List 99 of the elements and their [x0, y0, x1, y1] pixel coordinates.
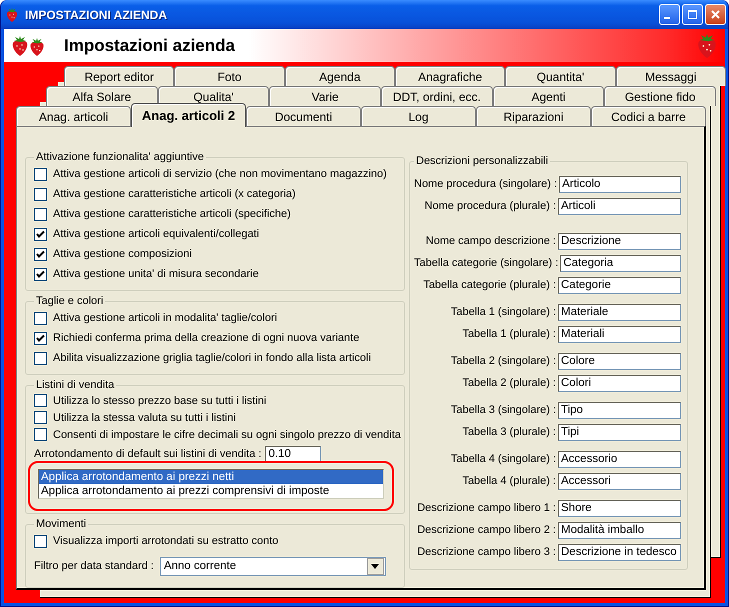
field-label: Nome procedura (plurale) : [424, 200, 556, 212]
tab[interactable]: Alfa Solare [46, 86, 158, 106]
dropdown[interactable]: Anno corrente [160, 556, 386, 576]
tab[interactable]: Quantita' [505, 66, 616, 86]
input-field[interactable]: Accessorio [558, 450, 681, 468]
tab[interactable]: Report editor [64, 66, 174, 86]
group-title: Taglie e colori [35, 295, 104, 307]
checkbox[interactable] [34, 248, 47, 260]
page-title: Impostazioni azienda [64, 36, 236, 56]
tab[interactable]: Agenti [492, 86, 604, 106]
checkbox[interactable] [34, 332, 47, 344]
checkbox[interactable] [34, 312, 47, 324]
group-title: Movimenti [35, 518, 88, 530]
checkbox[interactable] [34, 411, 47, 424]
input-field[interactable]: Tipi [558, 424, 681, 440]
group-title: Descrizioni personalizzabili [415, 155, 550, 167]
input-field[interactable]: Articolo [559, 176, 681, 192]
maximize-icon [686, 8, 699, 21]
field-label: Descrizione campo libero 3 : [417, 546, 556, 558]
field-label: Tabella 3 (singolare) : [450, 404, 556, 416]
checkbox[interactable] [34, 394, 47, 407]
input-field[interactable]: Categorie [558, 276, 681, 294]
list-item[interactable]: Applica arrotondamento ai prezzi netti [39, 470, 383, 484]
input-field[interactable]: Categoria [560, 254, 681, 272]
tab[interactable]: Anagrafiche [394, 66, 506, 86]
checkbox-label: Utilizza lo stesso prezzo base su tutti i listini [53, 394, 266, 406]
field-label: Nome campo descrizione : [426, 235, 556, 247]
checkbox-label: Consenti di impostare le cifre decimali su ogni singolo prezzo di vendita [53, 428, 401, 440]
tab[interactable]: Anag. articoli 2 [131, 103, 246, 127]
field-label: Tabella 4 (plurale) : [462, 475, 556, 487]
minimize-icon [664, 17, 670, 19]
input-field[interactable]: Materiale [558, 304, 681, 320]
field-label: Arrotondamento di default sui listini di vendita : [34, 448, 262, 460]
input-field[interactable]: Tipo [558, 402, 681, 418]
tab[interactable]: DDT, ordini, ecc. [381, 86, 493, 106]
input-field[interactable]: Descrizione in tedesco [558, 544, 681, 560]
field-label: Tabella 4 (singolare) : [450, 453, 556, 465]
checkbox[interactable] [34, 428, 47, 441]
window-title: IMPOSTAZIONI AZIENDA [25, 8, 168, 22]
input-field[interactable]: Descrizione [558, 232, 681, 250]
checkbox[interactable] [34, 168, 47, 180]
dropdown-value: Anno corrente [162, 560, 238, 572]
tab[interactable]: Messaggi [616, 66, 726, 86]
dropdown-arrow-button[interactable] [366, 558, 384, 574]
list-item[interactable]: Applica arrotondamento ai prezzi comprensivi di imposte [39, 484, 383, 498]
checkbox[interactable] [34, 268, 47, 280]
close-icon [709, 8, 722, 21]
field-label: Tabella 2 (singolare) : [450, 355, 556, 367]
tab[interactable]: Log [361, 106, 476, 126]
checkbox-label: Attiva gestione caratteristiche articoli (x categoria) [53, 188, 296, 200]
checkbox[interactable] [34, 228, 47, 240]
tab[interactable]: Varie [269, 86, 382, 106]
checkbox-label: Attiva gestione unita' di misura secondarie [53, 268, 259, 280]
checkbox-label: Attiva gestione articoli equivalenti/collegati [53, 228, 260, 240]
checkbox-label: Visualizza importi arrotondati su estratto conto [53, 535, 278, 547]
close-button[interactable] [705, 4, 726, 25]
maximize-button[interactable] [682, 4, 703, 25]
checkbox-label: Utilizza la stessa valuta su tutti i listini [53, 412, 236, 424]
group-title: Listini di vendita [35, 379, 116, 391]
tab[interactable]: Anag. articoli [16, 106, 131, 126]
tab[interactable]: Codici a barre [591, 106, 706, 126]
tab[interactable]: Gestione fido [604, 86, 716, 106]
input-field[interactable]: Colore [558, 352, 681, 370]
list-box[interactable]: Applica arrotondamento ai prezzi netti Applica arrotondamento ai prezzi comprensivi di imposte [38, 469, 384, 499]
input-field[interactable]: Articoli [558, 198, 681, 214]
input-field[interactable]: 0.10 [265, 446, 322, 462]
tab[interactable]: Riparazioni [476, 106, 591, 126]
minimize-button[interactable] [659, 4, 680, 25]
field-label: Descrizione campo libero 2 : [417, 524, 556, 536]
tab[interactable]: Foto [174, 66, 285, 86]
group-title: Attivazione funzionalita' aggiuntive [35, 151, 205, 163]
checkbox-label: Abilita visualizzazione griglia taglie/colori in fondo alla lista articoli [53, 352, 371, 364]
input-field[interactable]: Materiali [558, 326, 681, 342]
tab[interactable]: Documenti [246, 106, 361, 126]
input-field[interactable]: Accessori [558, 472, 681, 490]
field-label: Tabella 1 (plurale) : [462, 328, 556, 340]
field-label: Descrizione campo libero 1 : [417, 502, 556, 514]
checkbox[interactable] [34, 208, 47, 220]
field-label: Tabella categorie (singolare) : [414, 257, 558, 269]
tab[interactable]: Agenda [284, 66, 395, 86]
input-field[interactable]: Modalità imballo [558, 522, 681, 538]
checkbox-label: Attiva gestione articoli di servizio (che non movimentano magazzino) [53, 168, 387, 180]
field-label: Tabella categorie (plurale) : [423, 279, 556, 291]
field-label: Tabella 2 (plurale) : [462, 377, 556, 389]
field-label: Tabella 3 (plurale) : [462, 426, 556, 438]
checkbox[interactable] [34, 534, 47, 548]
checkbox-label: Attiva gestione composizioni [53, 248, 192, 260]
field-label: Tabella 1 (singolare) : [450, 306, 556, 318]
caret-icon [371, 564, 380, 568]
input-field[interactable]: Shore [558, 500, 681, 516]
checkbox-label: Attiva gestione articoli in modalita' taglie/colori [53, 312, 278, 324]
checkbox[interactable] [34, 352, 47, 364]
input-field[interactable]: Colori [558, 374, 681, 392]
field-label: Nome procedura (singolare) : [414, 178, 558, 190]
strawberry-icon [5, 6, 19, 22]
field-label: Filtro per data standard : [34, 560, 154, 572]
checkbox-label: Richiedi conferma prima della creazione di ogni nuova variante [53, 332, 360, 344]
checkbox[interactable] [34, 188, 47, 200]
checkbox-label: Attiva gestione caratteristiche articoli (specifiche) [53, 208, 291, 220]
